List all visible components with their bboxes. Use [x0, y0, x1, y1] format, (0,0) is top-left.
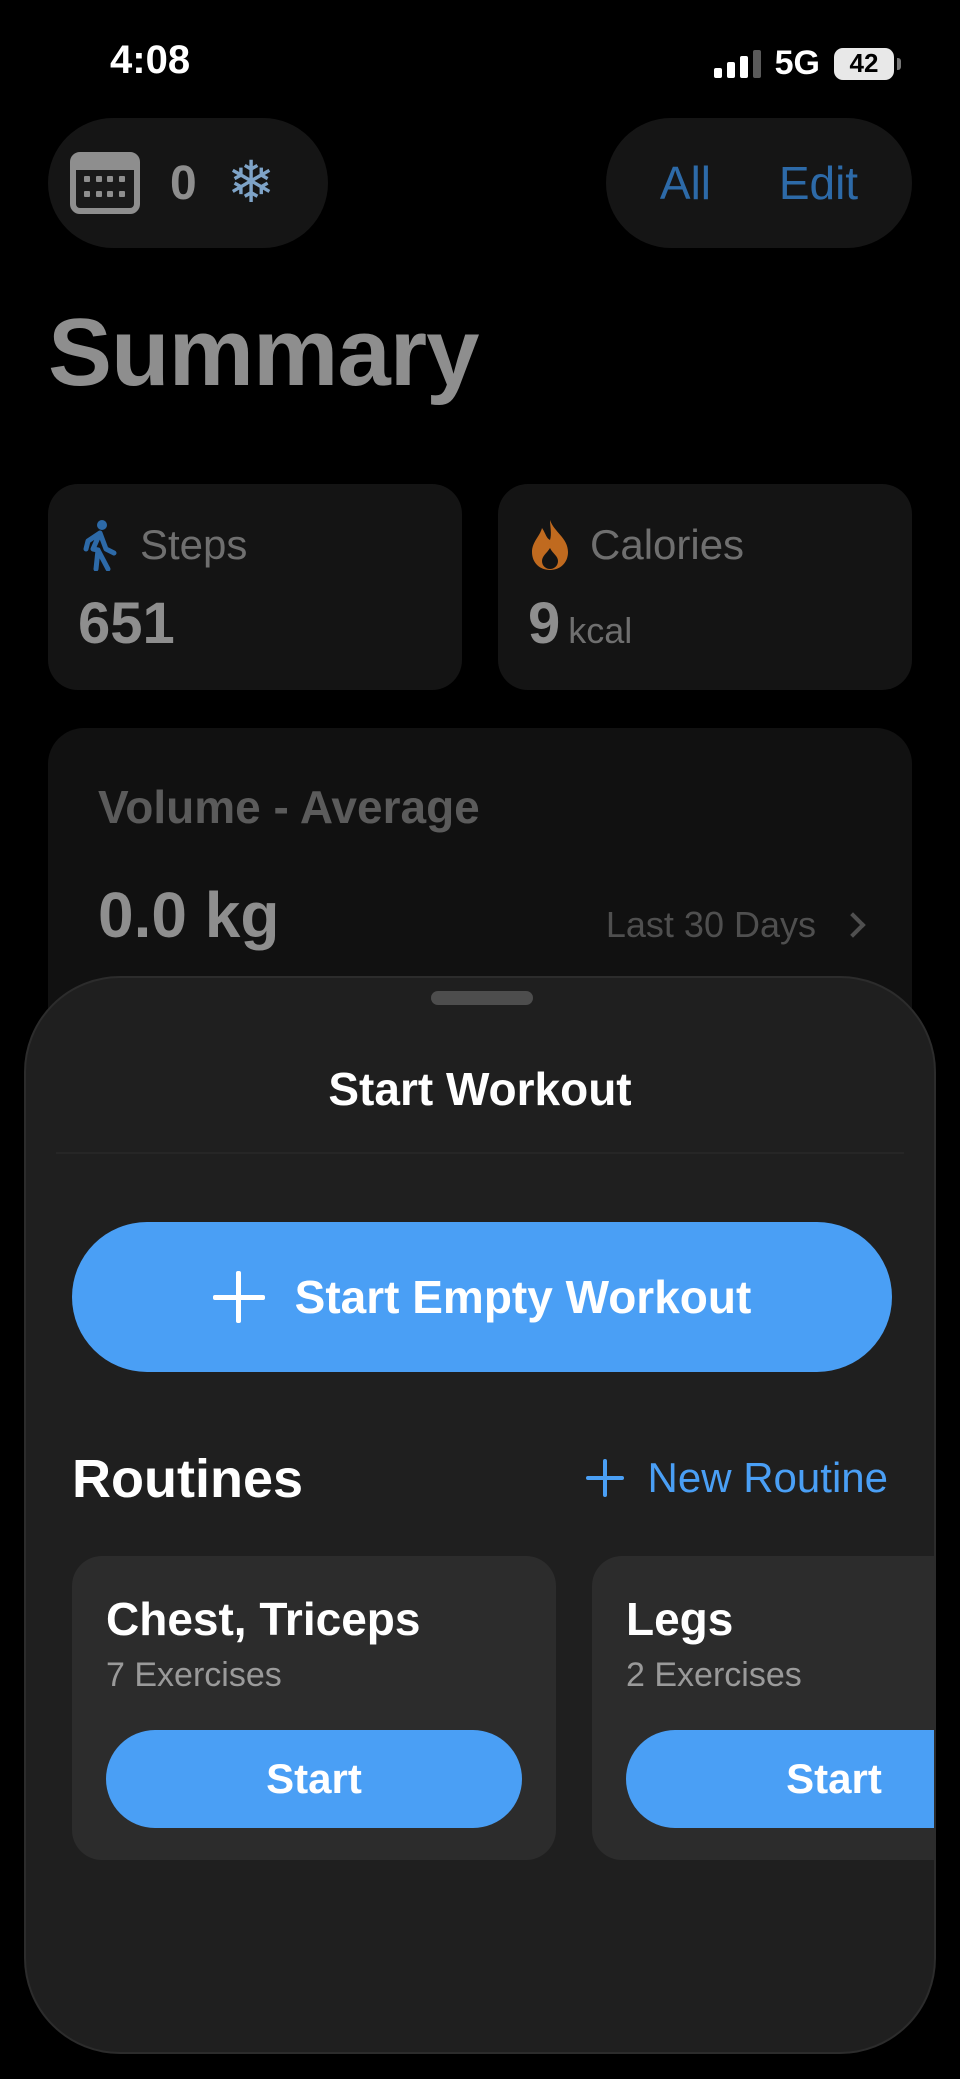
calories-value-row: 9 kcal: [528, 590, 882, 657]
chevron-right-icon: [840, 912, 866, 938]
routine-start-button[interactable]: Start: [106, 1730, 522, 1828]
calories-card[interactable]: Calories 9 kcal: [498, 484, 912, 690]
plus-icon: [212, 1271, 265, 1323]
volume-range[interactable]: Last 30 Days: [605, 904, 866, 946]
volume-title: Volume - Average: [98, 781, 480, 833]
routine-card[interactable]: Chest, Triceps 7 Exercises Start: [72, 1556, 556, 1860]
edit-button[interactable]: Edit: [779, 156, 858, 210]
snowflake-icon: ❄: [226, 150, 276, 215]
routine-name: Chest, Triceps: [106, 1593, 421, 1645]
start-empty-workout-button[interactable]: Start Empty Workout: [72, 1222, 892, 1372]
routine-name: Legs: [626, 1593, 734, 1645]
plus-icon: [585, 1459, 624, 1497]
steps-value: 651: [78, 591, 175, 656]
sheet-grabber[interactable]: [431, 991, 533, 1005]
new-routine-button[interactable]: New Routine: [585, 1454, 888, 1502]
routine-start-button[interactable]: Start: [626, 1730, 934, 1828]
calendar-icon: [70, 152, 140, 214]
streak-pill[interactable]: 0 ❄: [48, 118, 328, 248]
calories-unit: kcal: [568, 610, 633, 651]
routine-exercise-count: 7 Exercises: [106, 1656, 282, 1694]
start-empty-workout-label: Start Empty Workout: [294, 1271, 752, 1323]
flame-icon: [528, 518, 572, 572]
calories-label: Calories: [590, 521, 745, 568]
routine-exercise-count: 2 Exercises: [626, 1656, 802, 1694]
streak-count: 0: [170, 156, 197, 210]
start-workout-sheet: Start Workout Start Empty Workout Routin…: [24, 976, 936, 2054]
volume-value: 0.0 kg: [98, 879, 280, 951]
sheet-divider: [56, 1152, 904, 1154]
steps-card[interactable]: Steps 651: [48, 484, 462, 690]
all-button[interactable]: All: [660, 156, 711, 210]
walking-icon: [78, 518, 122, 572]
sheet-title: Start Workout: [328, 1063, 632, 1115]
steps-label: Steps: [140, 521, 248, 568]
header-actions: All Edit: [606, 118, 912, 248]
volume-range-label: Last 30 Days: [605, 904, 816, 945]
calories-value: 9: [528, 591, 561, 656]
new-routine-label: New Routine: [647, 1454, 888, 1501]
routines-title: Routines: [72, 1449, 304, 1509]
page-title: Summary: [48, 299, 480, 406]
routine-card[interactable]: Legs 2 Exercises Start: [592, 1556, 934, 1860]
